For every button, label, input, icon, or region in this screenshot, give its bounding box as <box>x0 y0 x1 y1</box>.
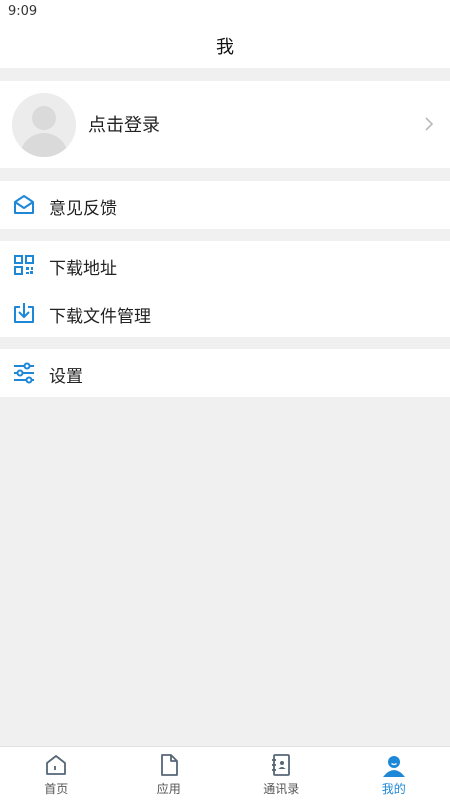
tab-apps[interactable]: 应用 <box>113 747 226 801</box>
avatar <box>12 93 76 157</box>
mail-icon <box>12 193 36 217</box>
user-icon <box>382 753 406 777</box>
qr-code-icon <box>12 253 36 277</box>
tab-mine-label: 我的 <box>338 780 450 797</box>
login-label: 点击登录 <box>88 111 160 137</box>
login-card[interactable]: 点击登录 <box>0 81 450 168</box>
page-title: 我 <box>216 33 234 59</box>
menu-item-download-address-label: 下载地址 <box>49 254 117 279</box>
chevron-right-icon <box>424 115 434 133</box>
menu-item-download-manager[interactable]: 下载文件管理 <box>0 289 450 337</box>
file-icon <box>157 753 181 777</box>
tab-mine[interactable]: 我的 <box>338 747 450 801</box>
tab-home[interactable]: 首页 <box>0 747 113 801</box>
title-bar: 我 <box>0 24 450 68</box>
menu-item-download-manager-label: 下载文件管理 <box>49 302 151 327</box>
tab-apps-label: 应用 <box>113 780 226 797</box>
menu-item-settings-label: 设置 <box>49 362 83 387</box>
menu-item-download-address[interactable]: 下载地址 <box>0 241 450 289</box>
download-icon <box>12 301 36 325</box>
bottom-tab-bar: 首页 应用 通讯录 我的 <box>0 746 450 801</box>
menu-item-feedback[interactable]: 意见反馈 <box>0 181 450 229</box>
home-icon <box>44 753 68 777</box>
menu-item-feedback-label: 意见反馈 <box>49 194 117 219</box>
tab-contacts-label: 通讯录 <box>225 780 338 797</box>
status-bar: 9:09 <box>0 0 450 24</box>
tab-contacts[interactable]: 通讯录 <box>225 747 338 801</box>
tab-home-label: 首页 <box>0 780 113 797</box>
sliders-icon <box>12 361 36 385</box>
status-time: 9:09 <box>8 4 37 19</box>
menu-item-settings[interactable]: 设置 <box>0 349 450 397</box>
contacts-icon <box>269 753 293 777</box>
